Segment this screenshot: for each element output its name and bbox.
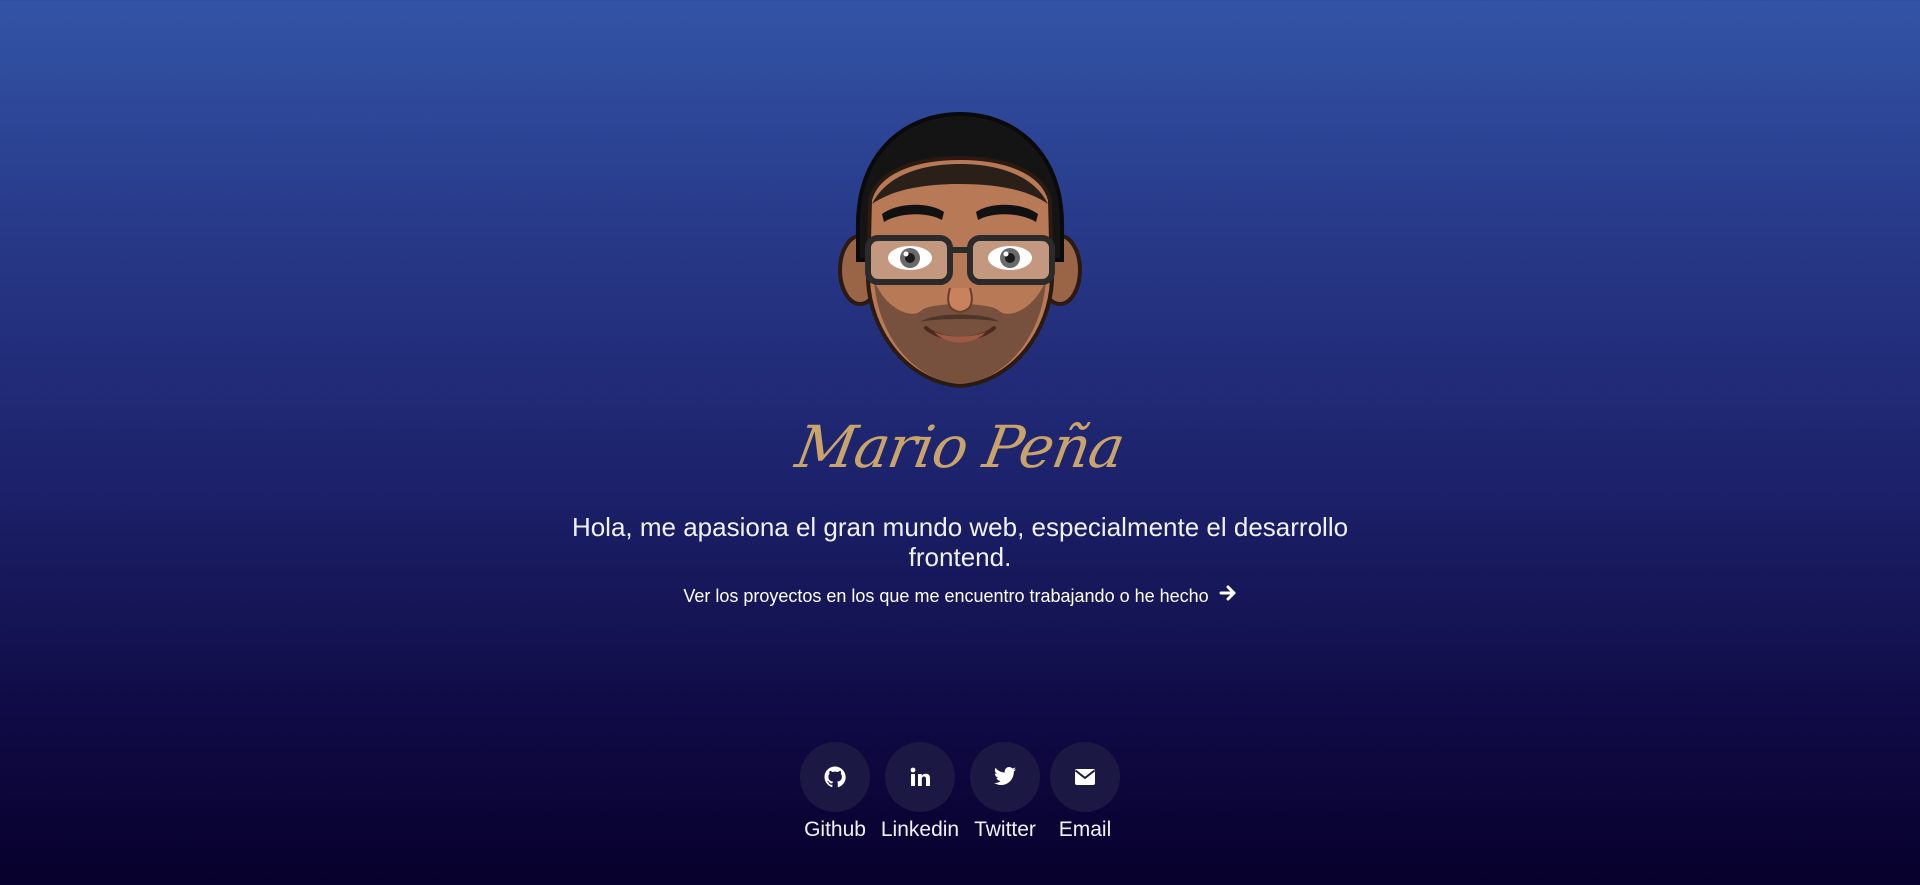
linkedin-icon (910, 767, 930, 786)
social-github-button[interactable] (800, 742, 870, 812)
social-linkedin[interactable]: Linkedin (880, 742, 960, 842)
envelope-icon (1074, 769, 1096, 785)
social-twitter-button[interactable] (970, 742, 1040, 812)
arrow-right-icon (1219, 584, 1237, 607)
projects-link[interactable]: Ver los proyectos en los que me encuentr… (0, 584, 1920, 607)
twitter-icon (994, 767, 1016, 785)
profile-name: Mario Peña (790, 413, 1130, 481)
social-github[interactable]: Github (795, 742, 875, 842)
social-email-button[interactable] (1050, 742, 1120, 812)
social-linkedin-button[interactable] (885, 742, 955, 812)
github-icon (824, 766, 846, 788)
social-links: Github Linkedin Twitter Email (0, 742, 1920, 852)
avatar (838, 110, 1082, 392)
social-github-label: Github (804, 818, 866, 841)
social-email[interactable]: Email (1045, 742, 1125, 842)
social-twitter[interactable]: Twitter (965, 742, 1045, 842)
social-email-label: Email (1058, 818, 1112, 841)
profile-tagline: Hola, me apasiona el gran mundo web, esp… (571, 512, 1349, 572)
projects-link-label: Ver los proyectos en los que me encuentr… (683, 586, 1209, 606)
cartoon-avatar-icon (838, 111, 1082, 389)
hero-section: Mario Peña Hola, me apasiona el gran mun… (0, 0, 1920, 885)
social-linkedin-label: Linkedin (880, 818, 960, 841)
social-twitter-label: Twitter (974, 818, 1036, 841)
